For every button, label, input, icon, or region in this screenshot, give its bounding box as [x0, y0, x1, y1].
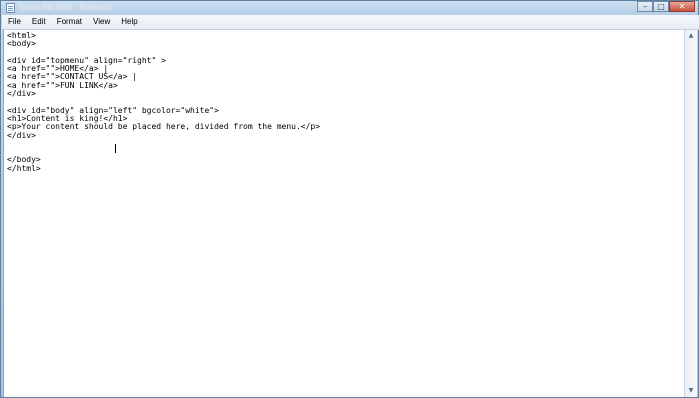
code-line: <p>Your content should be placed here, d… [7, 122, 321, 132]
notepad-icon [6, 3, 15, 13]
menu-view[interactable]: View [87, 16, 115, 28]
minimize-button[interactable]: – [637, 1, 653, 12]
window-title: name-file.html - Notepad [19, 3, 112, 12]
vertical-scrollbar[interactable]: ▲ ▼ [684, 30, 697, 397]
menu-bar: File Edit Format View Help [2, 15, 699, 30]
code-line: </html> [7, 163, 41, 173]
code-line: </body> [7, 155, 41, 165]
code-line: <html> [7, 31, 36, 40]
code-line: </div> [7, 89, 36, 99]
menu-edit[interactable]: Edit [26, 16, 51, 28]
menu-help[interactable]: Help [115, 16, 142, 28]
code-line: <div id="topmenu" align="right" > [7, 55, 166, 65]
editor-content: <html> <body> <div id="topmenu" align="rig… [4, 30, 685, 173]
code-line: </div> [7, 130, 36, 140]
menu-format[interactable]: Format [51, 16, 87, 28]
text-editor[interactable]: <html> <body> <div id="topmenu" align="rig… [3, 30, 685, 397]
notepad-window: name-file.html - Notepad – □ ✕ File Edit… [0, 0, 699, 398]
title-bar[interactable]: name-file.html - Notepad – □ ✕ [1, 1, 698, 15]
code-line: <a href="">FUN LINK</a> [7, 80, 118, 90]
window-controls: – □ ✕ [637, 1, 695, 13]
close-button[interactable]: ✕ [669, 1, 695, 12]
code-line: <body> [7, 39, 36, 49]
text-caret [115, 144, 116, 153]
maximize-button[interactable]: □ [653, 1, 669, 12]
menu-file[interactable]: File [2, 16, 26, 28]
scroll-down-icon[interactable]: ▼ [685, 385, 697, 397]
scroll-up-icon[interactable]: ▲ [685, 30, 697, 42]
